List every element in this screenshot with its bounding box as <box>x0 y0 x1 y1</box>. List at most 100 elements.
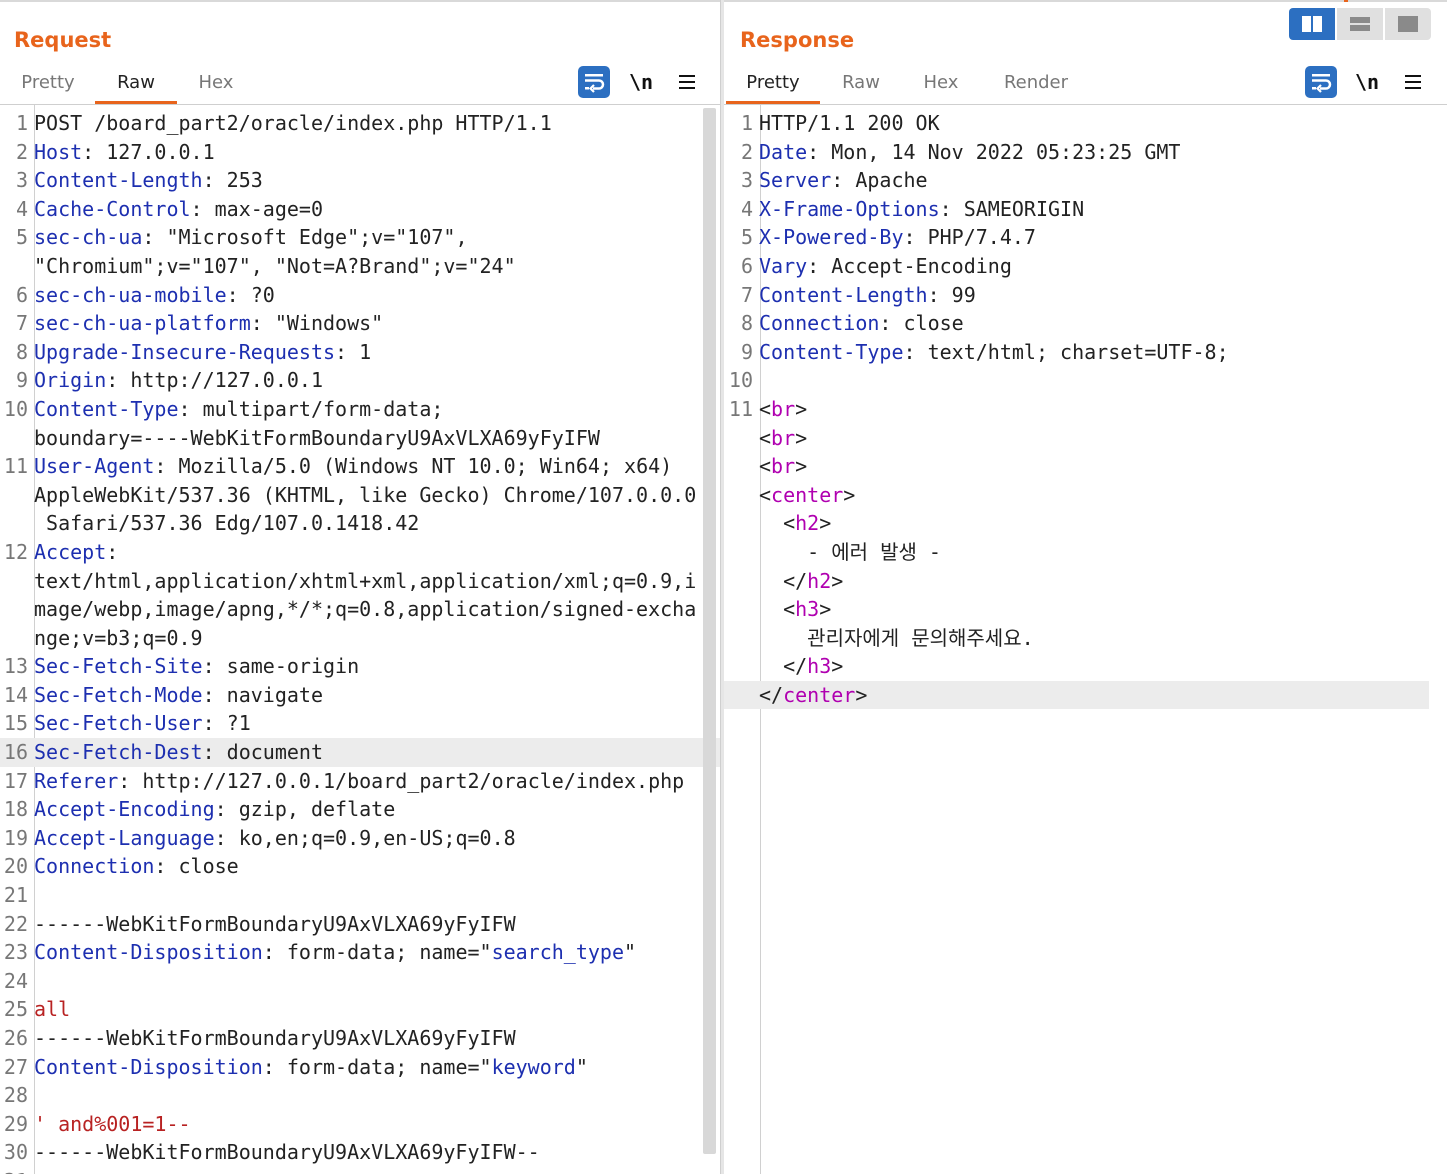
code-text: > <box>819 511 832 536</box>
request-editor[interactable]: 1 POST /board_part2/oracle/index.php HTTP… <box>0 105 720 1174</box>
request-tab-raw[interactable]: Raw <box>95 72 177 104</box>
line-text: Referer: http://127.0.0.1/board_part2/or… <box>28 767 684 796</box>
line-text: mage/webp,image/apng,*/*;q=0.8,applicati… <box>28 595 696 624</box>
response-tab-hex[interactable]: Hex <box>910 72 972 104</box>
code-line[interactable]: 4 Cache-Control: max-age=0 <box>0 195 720 224</box>
code-line[interactable]: 0mage/webp,image/apng,*/*;q=0.8,applicat… <box>0 595 720 624</box>
layout-side-by-side-button[interactable] <box>1289 8 1335 40</box>
code-line[interactable]: 0<center> <box>724 481 1429 510</box>
html-tag-name: center <box>783 682 856 707</box>
code-line[interactable]: 0 </h2> <box>724 567 1429 596</box>
code-line[interactable]: 9 Content-Type: text/html; charset=UTF-8; <box>724 338 1429 367</box>
code-line[interactable]: 20 Connection: close <box>0 852 720 881</box>
code-line[interactable]: 7 sec-ch-ua-platform: "Windows" <box>0 309 720 338</box>
code-line[interactable]: 2 Host: 127.0.0.1 <box>0 138 720 167</box>
response-editor[interactable]: 1 HTTP/1.1 200 OK 2 Date: Mon, 14 Nov 2022 … <box>724 105 1447 1174</box>
code-line[interactable]: 0boundary=----WebKitFormBoundaryU9AxVLXA… <box>0 424 720 453</box>
code-text: : ?1 <box>202 711 251 736</box>
code-line[interactable]: 1 HTTP/1.1 200 OK <box>724 109 1429 138</box>
code-line[interactable]: 10 <box>724 366 1429 395</box>
line-text: </h3> <box>753 652 843 681</box>
header-name: User-Agent <box>34 454 155 479</box>
response-wrap-lines-button[interactable] <box>1305 66 1337 98</box>
code-line[interactable]: 0 Safari/537.36 Edg/107.0.1418.42 <box>0 509 720 538</box>
code-text: > <box>795 425 808 450</box>
code-line[interactable]: 0<br> <box>724 452 1429 481</box>
code-line[interactable]: 5 X-Powered-By: PHP/7.4.7 <box>724 223 1429 252</box>
code-line[interactable]: 0 <h2> <box>724 509 1429 538</box>
code-line[interactable]: 4 X-Frame-Options: SAMEORIGIN <box>724 195 1429 224</box>
code-line[interactable]: 7 Content-Length: 99 <box>724 281 1429 310</box>
code-line[interactable]: 8 Connection: close <box>724 309 1429 338</box>
code-line[interactable]: 15 Sec-Fetch-User: ?1 <box>0 709 720 738</box>
code-line[interactable]: 8 Upgrade-Insecure-Requests: 1 <box>0 338 720 367</box>
code-line[interactable]: 0 관리자에게 문의해주세요. <box>724 624 1429 653</box>
code-line[interactable]: 1 POST /board_part2/oracle/index.php HTTP… <box>0 109 720 138</box>
code-line[interactable]: 18 Accept-Encoding: gzip, deflate <box>0 795 720 824</box>
response-tab-raw[interactable]: Raw <box>828 72 894 104</box>
response-tab-render[interactable]: Render <box>992 72 1080 104</box>
layout-single-button[interactable] <box>1385 8 1431 40</box>
show-newlines-button[interactable]: \n <box>625 66 657 98</box>
code-line[interactable]: 21 <box>0 881 720 910</box>
code-line[interactable]: 27 Content-Disposition: form-data; name="… <box>0 1053 720 1082</box>
code-line[interactable]: 30 ------WebKitFormBoundaryU9AxVLXA69yFyI… <box>0 1138 720 1167</box>
code-line[interactable]: 0"Chromium";v="107", "Not=A?Brand";v="24… <box>0 252 720 281</box>
line-number: 5 <box>740 225 753 250</box>
code-line[interactable]: 5 sec-ch-ua: "Microsoft Edge";v="107", <box>0 223 720 252</box>
code-line[interactable]: 0AppleWebKit/537.36 (KHTML, like Gecko) … <box>0 481 720 510</box>
code-line[interactable]: 14 Sec-Fetch-Mode: navigate <box>0 681 720 710</box>
code-line[interactable]: 0 <h3> <box>724 595 1429 624</box>
code-line[interactable]: 2 Date: Mon, 14 Nov 2022 05:23:25 GMT <box>724 138 1429 167</box>
line-number: 20 <box>3 854 28 879</box>
code-text: : PHP/7.4.7 <box>903 225 1036 250</box>
request-tab-hex[interactable]: Hex <box>185 72 247 104</box>
code-line[interactable]: 12 Accept: <box>0 538 720 567</box>
layout-stacked-button[interactable] <box>1337 8 1383 40</box>
code-line[interactable]: 6 Vary: Accept-Encoding <box>724 252 1429 281</box>
code-line[interactable]: 0text/html,application/xhtml+xml,applica… <box>0 567 720 596</box>
code-line[interactable]: 23 Content-Disposition: form-data; name="… <box>0 938 720 967</box>
code-line[interactable]: 24 <box>0 967 720 996</box>
line-number: 5 <box>15 225 28 250</box>
code-line[interactable]: 28 <box>0 1081 720 1110</box>
wrap-lines-button[interactable] <box>578 66 610 98</box>
line-number: 0 <box>0 252 28 281</box>
header-name: Origin <box>34 368 107 393</box>
code-line[interactable]: 19 Accept-Language: ko,en;q=0.9,en-US;q=0… <box>0 824 720 853</box>
code-text: : document <box>202 740 323 765</box>
code-line[interactable]: 0 - 에러 발생 - <box>724 538 1429 567</box>
code-line[interactable]: 6 sec-ch-ua-mobile: ?0 <box>0 281 720 310</box>
code-line[interactable]: 26 ------WebKitFormBoundaryU9AxVLXA69yFyI… <box>0 1024 720 1053</box>
code-line[interactable]: 11 User-Agent: Mozilla/5.0 (Windows NT 10… <box>0 452 720 481</box>
response-show-newlines-button[interactable]: \n <box>1351 66 1383 98</box>
code-line[interactable]: 3 Content-Length: 253 <box>0 166 720 195</box>
code-line[interactable]: 10 Content-Type: multipart/form-data; <box>0 395 720 424</box>
code-line[interactable]: 0 </h3> <box>724 652 1429 681</box>
code-line[interactable]: 0<br> <box>724 424 1429 453</box>
line-text: Vary: Accept-Encoding <box>753 252 1012 281</box>
code-line[interactable]: 22 ------WebKitFormBoundaryU9AxVLXA69yFyI… <box>0 910 720 939</box>
line-number: 0 <box>724 509 753 538</box>
code-line[interactable]: 0</center> <box>724 680 1429 710</box>
code-line[interactable]: 11 <br> <box>724 395 1429 424</box>
line-number: 26 <box>3 1026 28 1050</box>
response-menu-button[interactable] <box>1397 66 1429 98</box>
request-menu-button[interactable] <box>671 66 703 98</box>
request-scrollbar[interactable] <box>703 108 716 1154</box>
code-line[interactable]: 17 Referer: http://127.0.0.1/board_part2/… <box>0 767 720 796</box>
code-line[interactable]: 25 all <box>0 995 720 1024</box>
code-line[interactable]: 0nge;v=b3;q=0.9 <box>0 624 720 653</box>
code-line[interactable]: 31 <box>0 1167 720 1174</box>
header-name: Content-Type <box>759 339 904 364</box>
line-number: 3 <box>740 168 753 193</box>
code-line[interactable]: 13 Sec-Fetch-Site: same-origin <box>0 652 720 681</box>
code-line[interactable]: 16 Sec-Fetch-Dest: document <box>0 738 720 767</box>
response-tab-pretty[interactable]: Pretty <box>726 72 820 104</box>
code-line[interactable]: 3 Server: Apache <box>724 166 1429 195</box>
code-text: : form-data; name=" <box>262 1054 492 1079</box>
request-tab-pretty[interactable]: Pretty <box>12 72 84 104</box>
line-text: X-Powered-By: PHP/7.4.7 <box>753 223 1036 252</box>
code-line[interactable]: 9 Origin: http://127.0.0.1 <box>0 366 720 395</box>
code-line[interactable]: 29 ' and%001=1-- <box>0 1110 720 1139</box>
